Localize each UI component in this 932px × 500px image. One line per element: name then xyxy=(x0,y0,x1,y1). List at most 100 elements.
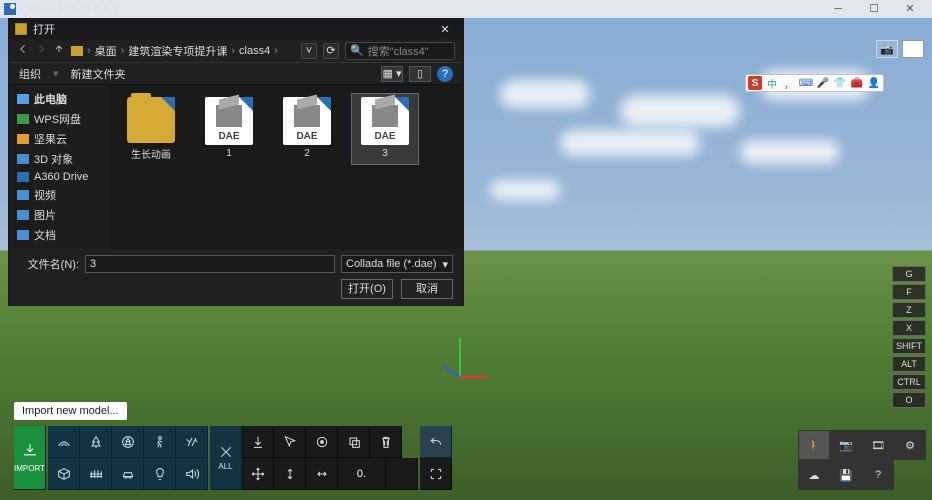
tree-circle-button[interactable] xyxy=(112,426,144,458)
ime-punct-icon[interactable]: ， xyxy=(782,76,796,90)
fx-button[interactable] xyxy=(176,426,208,458)
import-button[interactable]: IMPORT xyxy=(14,426,46,490)
file-item[interactable]: DAE3 xyxy=(351,93,419,165)
walk-button[interactable] xyxy=(144,426,176,458)
dialog-title: 打开 xyxy=(33,21,55,37)
ime-skin-icon[interactable]: 👕 xyxy=(833,76,847,90)
select-button[interactable] xyxy=(274,426,306,458)
sidebar-item[interactable]: 3D 对象 xyxy=(9,149,109,169)
sidebar-item[interactable]: WPS网盘 xyxy=(9,109,109,129)
help-button[interactable]: ? xyxy=(862,460,894,490)
fence-button[interactable] xyxy=(80,458,112,490)
spacer xyxy=(386,458,418,490)
scale-button[interactable] xyxy=(274,458,306,490)
breadcrumb-item[interactable]: 桌面 xyxy=(95,43,117,59)
delete-button[interactable] xyxy=(370,426,402,458)
img-icon xyxy=(17,210,29,220)
save-button[interactable]: 💾 xyxy=(830,460,862,490)
value-field[interactable]: 0. xyxy=(338,458,386,490)
place-button[interactable] xyxy=(242,426,274,458)
filename-input[interactable] xyxy=(85,255,335,273)
sidebar-item[interactable]: 此电脑 xyxy=(9,89,109,109)
newfolder-button[interactable]: 新建文件夹 xyxy=(71,66,126,82)
frame-button[interactable] xyxy=(420,458,452,490)
breadcrumb-item[interactable]: 建筑渲染专项提升课 xyxy=(128,43,227,59)
camera-icon[interactable]: 📷 xyxy=(876,40,898,58)
sidebar-item[interactable]: A360 Drive xyxy=(9,169,109,185)
cancel-button[interactable]: 取消 xyxy=(401,279,453,299)
search-placeholder: 搜索"class4" xyxy=(368,43,429,59)
filetype-select[interactable]: Collada file (*.dae)▾ xyxy=(341,255,453,273)
cloud-icon[interactable]: ☁ xyxy=(798,460,830,490)
nature-button[interactable] xyxy=(48,426,80,458)
file-item[interactable]: DAE2 xyxy=(273,93,341,165)
file-item[interactable]: DAE1 xyxy=(195,93,263,165)
key-hint: F xyxy=(892,284,926,300)
rotate-button[interactable] xyxy=(306,458,338,490)
sidebar-item[interactable]: 坚果云 xyxy=(9,129,109,149)
tree-button[interactable] xyxy=(80,426,112,458)
preview-pane-button[interactable]: ▯ xyxy=(409,66,431,82)
app-logo-icon xyxy=(4,3,16,15)
help-button[interactable]: ? xyxy=(437,66,453,82)
file-grid[interactable]: 生长动画DAE1DAE2DAE3 xyxy=(109,85,463,249)
sidebar-label: 此电脑 xyxy=(34,91,67,107)
minimize-button[interactable]: ─ xyxy=(820,0,856,18)
breadcrumb-item[interactable]: class4 xyxy=(239,45,270,57)
path-dropdown[interactable]: ˅ xyxy=(301,43,317,59)
light-button[interactable] xyxy=(144,458,176,490)
settings-button[interactable]: ⚙ xyxy=(894,430,926,460)
nav-back-button[interactable] xyxy=(17,43,29,58)
file-name: 生长动画 xyxy=(131,146,171,161)
spacer xyxy=(894,460,926,490)
nav-forward-button[interactable] xyxy=(35,43,47,58)
nav-up-button[interactable] xyxy=(53,43,65,58)
filetype-value: Collada file (*.dae) xyxy=(346,258,437,270)
move-button[interactable] xyxy=(242,458,274,490)
sidebar[interactable]: 此电脑WPS网盘坚果云3D 对象A360 Drive视频图片文档下载音乐桌面OS… xyxy=(9,85,109,249)
nut-icon xyxy=(17,134,29,144)
folder-icon xyxy=(127,97,175,143)
organize-menu[interactable]: 组织 xyxy=(19,66,41,82)
ime-user-icon[interactable]: 👤 xyxy=(867,76,881,90)
view-mode-button[interactable]: ▦ ▾ xyxy=(381,66,403,82)
ime-mic-icon[interactable]: 🎤 xyxy=(816,76,830,90)
sound-button[interactable] xyxy=(176,458,208,490)
refresh-button[interactable]: ⟳ xyxy=(323,43,339,59)
sidebar-label: 视频 xyxy=(34,187,56,203)
open-button[interactable]: 打开(O) xyxy=(341,279,393,299)
breadcrumb[interactable]: › 桌面 › 建筑渲染专项提升课 › class4 › xyxy=(71,43,295,59)
person-icon[interactable]: 🚶 xyxy=(798,430,830,460)
cube-button[interactable] xyxy=(48,458,80,490)
sidebar-item[interactable]: 文档 xyxy=(9,225,109,245)
view-square-icon[interactable] xyxy=(902,40,924,58)
lang-indicator[interactable]: 中 xyxy=(765,76,779,90)
file-name: 1 xyxy=(226,148,232,159)
search-input[interactable]: 🔍 搜索"class4" xyxy=(345,42,455,60)
file-item[interactable]: 生长动画 xyxy=(117,93,185,165)
sidebar-label: 文档 xyxy=(34,227,56,243)
sidebar-label: WPS网盘 xyxy=(34,111,81,127)
key-hint: ALT xyxy=(892,356,926,372)
right-panel: 🚶 ☁ 📷 💾 🎞 ? ⚙ xyxy=(798,430,926,490)
target-button[interactable] xyxy=(306,426,338,458)
sogou-icon[interactable]: S xyxy=(748,76,762,90)
sidebar-item[interactable]: 视频 xyxy=(9,185,109,205)
film-button[interactable]: 🎞 xyxy=(862,430,894,460)
dae-icon: DAE xyxy=(361,97,409,145)
copy-button[interactable] xyxy=(338,426,370,458)
sidebar-item[interactable]: 图片 xyxy=(9,205,109,225)
ime-toolbar[interactable]: S 中 ， ⌨ 🎤 👕 🧰 👤 xyxy=(745,74,884,92)
doc-icon xyxy=(17,230,29,240)
undo-button[interactable] xyxy=(420,426,452,458)
sidebar-label: 图片 xyxy=(34,207,56,223)
all-button[interactable]: ALL xyxy=(210,426,242,490)
maximize-button[interactable]: ☐ xyxy=(856,0,892,18)
ime-keyboard-icon[interactable]: ⌨ xyxy=(799,76,813,90)
close-button[interactable]: ✕ xyxy=(892,0,928,18)
camera-button[interactable]: 📷 xyxy=(830,430,862,460)
ime-toolbox-icon[interactable]: 🧰 xyxy=(850,76,864,90)
car-button[interactable] xyxy=(112,458,144,490)
dialog-close-button[interactable]: ✕ xyxy=(433,23,457,36)
key-hints: GFZXSHIFTALTCTRLO xyxy=(892,266,926,408)
